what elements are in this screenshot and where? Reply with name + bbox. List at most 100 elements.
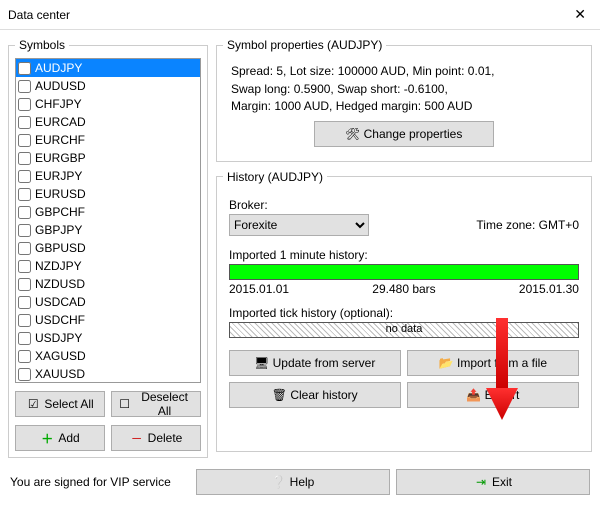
symbol-label: USDJPY [35,331,82,345]
symbol-label: GBPUSD [35,241,86,255]
close-icon[interactable]: ✕ [568,6,592,23]
broker-select[interactable]: Forexite [229,214,369,236]
symbols-legend: Symbols [15,38,69,52]
symbol-row[interactable]: EURGBP [16,149,200,167]
server-icon: 🖥 [255,356,269,370]
change-properties-button[interactable]: 🛠 Change properties [314,121,494,147]
deselect-all-icon: ☐ [118,397,131,411]
symbol-row[interactable]: EURUSD [16,185,200,203]
symbol-checkbox[interactable] [18,260,31,273]
exit-button[interactable]: ⇥ Exit [396,469,590,495]
timezone-label: Time zone: GMT+0 [476,218,579,232]
symbol-label: GBPCHF [35,205,85,219]
symbol-checkbox[interactable] [18,278,31,291]
deselect-all-button[interactable]: ☐ Deselect All [111,391,201,417]
exit-icon: ⇥ [474,475,488,489]
minus-icon: ─ [130,431,144,445]
symbol-row[interactable]: USDCHF [16,311,200,329]
symbol-row[interactable]: NZDUSD [16,275,200,293]
symbol-row[interactable]: EURJPY [16,167,200,185]
help-button[interactable]: ❔ Help [196,469,390,495]
symbol-row[interactable]: CHFJPY [16,95,200,113]
help-icon: ❔ [272,475,286,489]
symbol-row[interactable]: GBPCHF [16,203,200,221]
symbol-checkbox[interactable] [18,134,31,147]
symbol-checkbox[interactable] [18,188,31,201]
symbol-row[interactable]: AUDUSD [16,77,200,95]
symbol-checkbox[interactable] [18,116,31,129]
minute-history-label: Imported 1 minute history: [229,248,579,262]
symbol-label: EURUSD [35,187,86,201]
symbol-checkbox[interactable] [18,170,31,183]
symbol-row[interactable]: GBPUSD [16,239,200,257]
folder-import-icon: 📂 [439,356,453,370]
symbol-label: EURJPY [35,169,82,183]
symbol-label: AUDJPY [35,61,82,75]
symbol-row[interactable]: USDJPY [16,329,200,347]
history-legend: History (AUDJPY) [223,170,327,184]
update-from-server-button[interactable]: 🖥 Update from server [229,350,401,376]
symbol-row[interactable]: EURCHF [16,131,200,149]
symbol-row[interactable]: USDCAD [16,293,200,311]
symbol-checkbox[interactable] [18,224,31,237]
clear-icon: 🗑 [272,388,286,402]
symbol-row[interactable]: AUDJPY [16,59,200,77]
history-group: History (AUDJPY) Broker: Forexite Time z… [216,170,592,452]
symbol-row[interactable]: XAUUSD [16,365,200,383]
tick-nodata: no data [386,323,423,335]
symbol-label: EURGBP [35,151,86,165]
plus-icon: ＋ [40,431,54,445]
symbol-label: GBPJPY [35,223,82,237]
tick-history-bar: no data [229,322,579,338]
symbol-checkbox[interactable] [18,314,31,327]
symbol-checkbox[interactable] [18,62,31,75]
symbol-checkbox[interactable] [18,368,31,381]
clear-history-button[interactable]: 🗑 Clear history [229,382,401,408]
symbol-row[interactable]: EURCAD [16,113,200,131]
symbol-checkbox[interactable] [18,98,31,111]
symbol-label: CHFJPY [35,97,82,111]
symbol-checkbox[interactable] [18,350,31,363]
export-icon: 📤 [467,388,481,402]
symbol-label: EURCHF [35,133,85,147]
symbol-checkbox[interactable] [18,152,31,165]
select-all-icon: ☑ [26,397,40,411]
symbol-label: NZDUSD [35,277,85,291]
properties-group: Symbol properties (AUDJPY) Spread: 5, Lo… [216,38,592,162]
symbol-label: NZDJPY [35,259,82,273]
window-title: Data center [8,8,568,22]
symbols-group: Symbols AUDJPY AUDUSD CHFJPY EURCAD EURCHF EU… [8,38,208,458]
symbol-checkbox[interactable] [18,206,31,219]
prop-line: Swap long: 0.5900, Swap short: -0.6100, [231,82,577,98]
symbol-checkbox[interactable] [18,332,31,345]
symbol-checkbox[interactable] [18,296,31,309]
minute-from: 2015.01.01 [229,282,289,296]
minute-history-bar [229,264,579,280]
symbol-row[interactable]: XAGUSD [16,347,200,365]
prop-line: Spread: 5, Lot size: 100000 AUD, Min poi… [231,64,577,80]
broker-label: Broker: [229,198,579,212]
minute-to: 2015.01.30 [519,282,579,296]
symbol-label: XAUUSD [35,367,85,381]
add-button[interactable]: ＋ Add [15,425,105,451]
symbol-checkbox[interactable] [18,80,31,93]
select-all-button[interactable]: ☑ Select All [15,391,105,417]
export-button[interactable]: 📤 Export [407,382,579,408]
symbol-row[interactable]: NZDJPY [16,257,200,275]
symbols-list[interactable]: AUDJPY AUDUSD CHFJPY EURCAD EURCHF EURGBP EURJ… [15,58,201,383]
symbol-label: USDCHF [35,313,85,327]
tick-history-label: Imported tick history (optional): [229,306,579,320]
symbol-label: AUDUSD [35,79,86,93]
minute-bars: 29.480 bars [372,282,435,296]
vip-status-label: You are signed for VIP service [10,475,190,489]
prop-line: Margin: 1000 AUD, Hedged margin: 500 AUD [231,99,577,115]
import-from-file-button[interactable]: 📂 Import from a file [407,350,579,376]
titlebar: Data center ✕ [0,0,600,30]
delete-button[interactable]: ─ Delete [111,425,201,451]
wrench-icon: 🛠 [346,127,360,141]
symbol-checkbox[interactable] [18,242,31,255]
symbol-row[interactable]: GBPJPY [16,221,200,239]
symbol-label: XAGUSD [35,349,86,363]
symbol-label: EURCAD [35,115,86,129]
symbol-label: USDCAD [35,295,86,309]
